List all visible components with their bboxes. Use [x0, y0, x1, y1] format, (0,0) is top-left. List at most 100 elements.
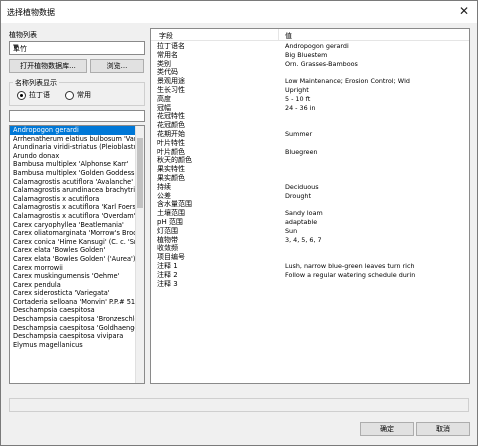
table-row[interactable]: 类别 Orn. Grasses-Bamboos: [151, 60, 469, 69]
field-name: 含水量范围: [157, 200, 192, 209]
list-item[interactable]: Cortaderia selloana 'Monvin' P.P.# 513: [10, 298, 137, 307]
list-item[interactable]: Deschampsia caespitosa vivipara: [10, 332, 137, 341]
field-name: 花冠颜色: [157, 121, 185, 130]
radio-unselected-icon[interactable]: [65, 90, 74, 100]
plant-data-dialog: 选择植物数据 ✕ 植物列表 单竹 ▼ 打开植物数据库... 浏览... 名称列表…: [0, 0, 478, 446]
radio-common-label: 常用: [77, 91, 91, 99]
field-value: Low Maintenance; Erosion Control; Wld: [285, 77, 410, 86]
table-row[interactable]: 果实特性: [151, 165, 469, 174]
list-item[interactable]: Arrhenatherum elatius bulbosum 'Varieg: [10, 135, 137, 144]
table-row[interactable]: 拉丁语名 Andropogon gerardi: [151, 42, 469, 51]
field-value: 3, 4, 5, 6, 7: [285, 235, 322, 244]
open-plant-database-button[interactable]: 打开植物数据库...: [9, 59, 87, 73]
list-item[interactable]: Andropogon gerardi: [10, 126, 137, 135]
table-row[interactable]: 花冠颜色: [151, 121, 469, 130]
scrollbar-thumb[interactable]: [137, 138, 143, 208]
close-icon[interactable]: ✕: [459, 4, 469, 18]
radio-selected-icon[interactable]: [17, 90, 26, 100]
list-item[interactable]: Deschampsia caespitosa 'Goldhaenge': [10, 324, 137, 333]
field-value: Sun: [285, 226, 298, 235]
table-row[interactable]: 类代码: [151, 68, 469, 77]
table-row[interactable]: 注释 2 Follow a regular watering schedule d…: [151, 271, 469, 280]
list-item[interactable]: Carex elata 'Bowles Golden' ('Aurea'): [10, 255, 137, 264]
table-row[interactable]: 灯范围 Sun: [151, 227, 469, 236]
list-item[interactable]: Deschampsia caespitosa: [10, 306, 137, 315]
table-row[interactable]: 常用名 Big Bluestem: [151, 51, 469, 60]
field-name: 类代码: [157, 68, 178, 77]
field-name: 生长习性: [157, 85, 185, 94]
browse-button[interactable]: 浏览...: [90, 59, 144, 73]
table-row[interactable]: 公差 Drought: [151, 192, 469, 201]
table-row[interactable]: 持续 Deciduous: [151, 183, 469, 192]
list-item[interactable]: Arundinaria viridi-striatus (Pleioblastu…: [10, 143, 137, 152]
plant-list-label: 植物列表: [9, 31, 37, 39]
plant-list[interactable]: Andropogon gerardi Arrhenatherum elatius …: [9, 125, 145, 384]
radio-latin-label: 拉丁语: [29, 91, 50, 99]
list-item[interactable]: Bambusa multiplex 'Alphonse Karr': [10, 160, 137, 169]
field-value: Bluegreen: [285, 147, 318, 156]
table-row[interactable]: 生长习性 Upright: [151, 86, 469, 95]
field-value: Follow a regular watering schedule durin: [285, 270, 416, 279]
dialog-title: 选择植物数据: [7, 8, 55, 17]
table-row[interactable]: 植物带 3, 4, 5, 6, 7: [151, 236, 469, 245]
table-row[interactable]: 土壤范围 Sandy loam: [151, 209, 469, 218]
table-row[interactable]: 叶片颜色 Bluegreen: [151, 148, 469, 157]
table-row[interactable]: 秋天的颜色: [151, 156, 469, 165]
cancel-button[interactable]: 取消: [416, 422, 470, 436]
table-row[interactable]: 冠幅 24 - 36 in: [151, 104, 469, 113]
field-value: Sandy loam: [285, 209, 323, 218]
plant-list-scrollbar[interactable]: [135, 126, 144, 383]
field-name: 叶片特性: [157, 138, 185, 147]
table-row[interactable]: 果实颜色: [151, 174, 469, 183]
field-value: Big Bluestem: [285, 50, 328, 59]
table-row[interactable]: pH 范围 adaptable: [151, 218, 469, 227]
column-header-field[interactable]: 字段: [159, 31, 173, 41]
table-row[interactable]: 注释 3: [151, 280, 469, 289]
list-item[interactable]: Deschampsia caespitosa 'Bronzeschleie: [10, 315, 137, 324]
list-item[interactable]: Calamagrostis arundinacea brachytrich: [10, 186, 137, 195]
table-row[interactable]: 收敛频: [151, 244, 469, 253]
list-item[interactable]: Carex oliatomarginata 'Morrow's Brocade': [10, 229, 137, 238]
filter-input[interactable]: [9, 110, 145, 122]
field-name: 花冠特性: [157, 112, 185, 121]
field-value: 24 - 36 in: [285, 103, 316, 112]
field-name: 注释 3: [157, 279, 178, 288]
list-item[interactable]: Calamagrostis acutiflora 'Avalanche': [10, 178, 137, 187]
list-item[interactable]: Carex elata 'Bowles Golden': [10, 246, 137, 255]
list-item[interactable]: Carex siderosticta 'Variegata': [10, 289, 137, 298]
list-item[interactable]: Carex conica 'Hime Kansugi' (C. c. 'Sno: [10, 238, 137, 247]
list-item[interactable]: Calamagrostis x acutiflora: [10, 195, 137, 204]
status-bar: [9, 398, 469, 412]
table-row[interactable]: 项目编号: [151, 253, 469, 262]
field-name: 植物带: [157, 235, 178, 244]
table-row[interactable]: 花期开始 Summer: [151, 130, 469, 139]
radio-common[interactable]: 常用: [65, 90, 91, 100]
table-row[interactable]: 花冠特性: [151, 112, 469, 121]
field-value: Orn. Grasses-Bamboos: [285, 59, 358, 68]
table-row[interactable]: 景观用途 Low Maintenance; Erosion Control; Wl…: [151, 77, 469, 86]
table-row[interactable]: 含水量范围: [151, 200, 469, 209]
table-row[interactable]: 叶片特性: [151, 139, 469, 148]
table-row[interactable]: 高度 5 - 10 ft: [151, 95, 469, 104]
list-item[interactable]: Arundo donax: [10, 152, 137, 161]
column-header-value[interactable]: 值: [285, 31, 292, 41]
field-value: Lush, narrow blue-green leaves turn rich: [285, 261, 415, 270]
list-item[interactable]: Bambusa multiplex 'Golden Goddess': [10, 169, 137, 178]
table-row[interactable]: 注释 1 Lush, narrow blue-green leaves turn …: [151, 262, 469, 271]
ok-button[interactable]: 确定: [360, 422, 414, 436]
chevron-down-icon[interactable]: ▼: [13, 43, 141, 51]
list-item[interactable]: Calamagrostis x acutiflora 'Karl Foerste…: [10, 203, 137, 212]
list-item[interactable]: Calamagrostis x acutiflora 'Overdam': [10, 212, 137, 221]
list-item[interactable]: Carex pendula: [10, 281, 137, 290]
column-divider[interactable]: [278, 29, 279, 40]
list-item[interactable]: Elymus magellanicus: [10, 341, 137, 350]
field-value: Summer: [285, 129, 313, 138]
list-item[interactable]: Carex caryophyllea 'Beatlemania': [10, 221, 137, 230]
list-item[interactable]: Carex muskingumensis 'Oehme': [10, 272, 137, 281]
field-name: 花期开始: [157, 129, 185, 138]
radio-latin[interactable]: 拉丁语: [17, 90, 50, 100]
list-item[interactable]: Carex morrowii: [10, 264, 137, 273]
field-name: 土壤范围: [157, 209, 185, 218]
field-name: 持续: [157, 182, 171, 191]
plant-list-select[interactable]: 单竹 ▼: [9, 41, 145, 55]
